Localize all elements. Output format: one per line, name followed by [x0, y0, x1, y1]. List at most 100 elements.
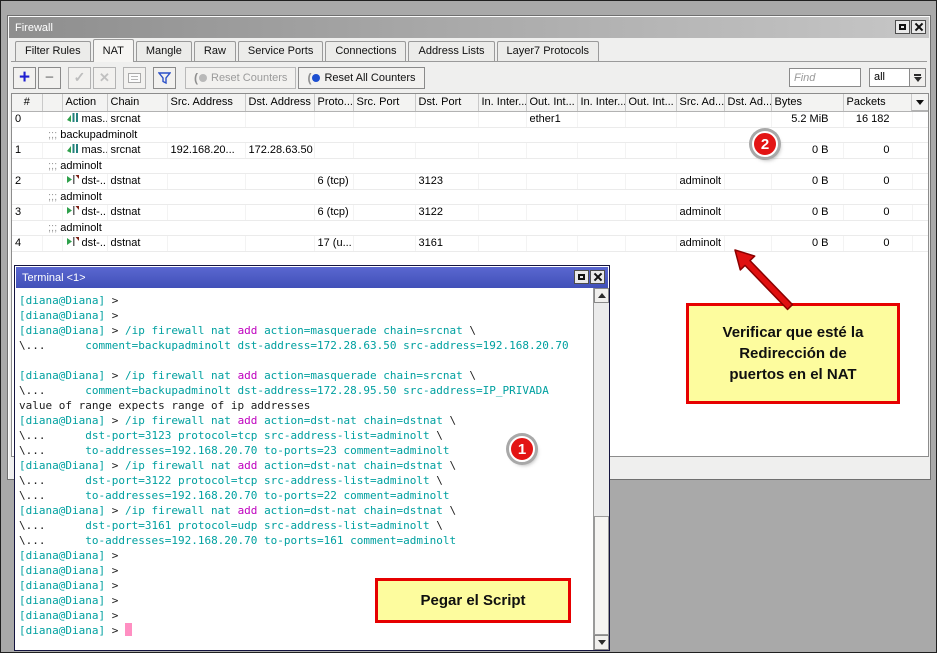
nat-rule-row[interactable]: 1mas...srcnat192.168.20...172.28.63.500 … — [12, 142, 928, 158]
verify-note-text: Verificar que esté laRedirección depuert… — [723, 322, 864, 385]
terminal-line: \... to-addresses=192.168.20.70 to-ports… — [19, 533, 593, 548]
terminal-scrollbar[interactable] — [593, 288, 609, 650]
tab-service-ports[interactable]: Service Ports — [238, 41, 323, 61]
nat-rule-row[interactable]: 3dst-...dstnat6 (tcp)3122adminolt0 B0 — [12, 204, 928, 220]
column-header-src_address: Src. Address — [167, 94, 245, 111]
column-header-action: Action — [62, 94, 107, 111]
firewall-tabs: Filter RulesNATMangleRawService PortsCon… — [11, 39, 927, 62]
reset-counters-button[interactable]: ( Reset Counters — [185, 67, 296, 89]
plus-icon: + — [19, 71, 30, 85]
nat-rule-row[interactable]: 2dst-...dstnat6 (tcp)3123adminolt0 B0 — [12, 173, 928, 189]
terminal-line: \... comment=backupadminolt dst-address=… — [19, 383, 593, 398]
scroll-up-button[interactable] — [594, 288, 609, 303]
minus-icon: − — [45, 69, 54, 86]
maximize-button[interactable] — [895, 20, 910, 34]
tab-layer7-protocols[interactable]: Layer7 Protocols — [497, 41, 600, 61]
firewall-window-title: Firewall — [15, 22, 53, 34]
column-header-src_port: Src. Port — [353, 94, 415, 111]
step-2-badge: 2 — [752, 131, 778, 157]
column-header-dst_address: Dst. Address — [245, 94, 314, 111]
firewall-titlebar[interactable]: Firewall — [9, 17, 929, 38]
step-1-badge: 1 — [509, 436, 535, 462]
close-button[interactable] — [911, 20, 926, 34]
column-header-dst_port: Dst. Port — [415, 94, 478, 111]
column-header-bytes: Bytes — [771, 94, 843, 111]
view-filter-combo[interactable]: all — [869, 68, 926, 87]
column-header-out_interface: Out. Int... — [526, 94, 577, 111]
reset-all-counters-button[interactable]: ( Reset All Counters — [298, 67, 424, 89]
tab-address-lists[interactable]: Address Lists — [408, 41, 494, 61]
red-arrow — [700, 230, 820, 320]
scroll-down-button[interactable] — [594, 635, 609, 650]
comment-icon — [128, 73, 141, 83]
scrollbar-thumb[interactable] — [594, 516, 609, 635]
terminal-line: [diana@Diana] > /ip firewall nat add act… — [19, 503, 593, 518]
tab-mangle[interactable]: Mangle — [136, 41, 192, 61]
terminal-line: [diana@Diana] > /ip firewall nat add act… — [19, 323, 593, 338]
column-header-num: # — [12, 94, 42, 111]
dropdown-icon — [914, 74, 921, 76]
check-icon: ✓ — [74, 69, 86, 86]
terminal-close-button[interactable] — [590, 270, 605, 284]
terminal-line: \... comment=backupadminolt dst-address=… — [19, 338, 593, 353]
comment-row[interactable]: ;;; backupadminolt — [12, 127, 928, 142]
terminal-line: [diana@Diana] > — [19, 548, 593, 563]
view-filter-dropdown-button[interactable] — [909, 68, 926, 87]
tab-connections[interactable]: Connections — [325, 41, 406, 61]
disable-button[interactable]: ✕ — [93, 67, 116, 89]
triangle-down-icon — [598, 640, 606, 645]
close-icon — [594, 273, 602, 281]
tab-nat[interactable]: NAT — [93, 39, 134, 62]
terminal-line: [diana@Diana] > — [19, 563, 593, 578]
tab-filter-rules[interactable]: Filter Rules — [15, 41, 91, 61]
comment-row[interactable]: ;;; adminolt — [12, 189, 928, 204]
tab-raw[interactable]: Raw — [194, 41, 236, 61]
column-header-in_interface_list: In. Inter... — [577, 94, 625, 111]
terminal-line: [diana@Diana] > — [19, 308, 593, 323]
nat-rule-row[interactable]: 0mas...srcnatether15.2 MiB16 182 — [12, 111, 928, 127]
add-button[interactable]: + — [13, 67, 36, 89]
terminal-line: \... dst-port=3123 protocol=tcp src-addr… — [19, 428, 593, 443]
cross-icon: ✕ — [99, 70, 110, 86]
terminal-line: value of range expects range of ip addre… — [19, 398, 593, 413]
chevron-down-icon — [916, 100, 924, 105]
desktop: Firewall Filter RulesNATMangleRawService… — [0, 0, 937, 653]
terminal-maximize-button[interactable] — [574, 270, 589, 284]
comment-row[interactable]: ;;; adminolt — [12, 158, 928, 173]
maximize-icon — [899, 24, 906, 30]
view-filter-value: all — [869, 68, 909, 87]
remove-button[interactable]: − — [38, 67, 61, 89]
column-header-chain: Chain — [107, 94, 167, 111]
column-header-src_address_list: Src. Ad... — [676, 94, 724, 111]
dstnat-icon — [66, 236, 79, 251]
terminal-line — [19, 353, 593, 368]
paste-script-note: Pegar el Script — [375, 578, 571, 623]
column-header-packets: Packets — [843, 94, 912, 111]
triangle-up-icon — [598, 293, 606, 298]
terminal-window-title: Terminal <1> — [22, 272, 86, 284]
terminal-line: [diana@Diana] > /ip firewall nat add act… — [19, 458, 593, 473]
reset-all-counters-icon: ( — [307, 71, 320, 85]
nat-header-row: # ActionChainSrc. AddressDst. AddressProt… — [12, 94, 928, 111]
masquerade-icon — [66, 143, 79, 158]
nat-table: # ActionChainSrc. AddressDst. AddressProt… — [12, 94, 929, 252]
terminal-cursor — [125, 623, 132, 636]
terminal-line: [diana@Diana] > — [19, 623, 593, 638]
column-header-flag — [42, 94, 62, 111]
close-icon — [915, 23, 923, 31]
terminal-line: [diana@Diana] > /ip firewall nat add act… — [19, 413, 593, 428]
enable-button[interactable]: ✓ — [68, 67, 91, 89]
terminal-line: [diana@Diana] > /ip firewall nat add act… — [19, 368, 593, 383]
comment-button[interactable] — [123, 67, 146, 89]
column-header-protocol: Proto... — [314, 94, 353, 111]
column-header-out_interface_list: Out. Int... — [625, 94, 676, 111]
terminal-titlebar[interactable]: Terminal <1> — [16, 267, 608, 288]
column-select-button[interactable] — [911, 94, 928, 111]
column-header-in_interface: In. Inter... — [478, 94, 526, 111]
terminal-line: \... to-addresses=192.168.20.70 to-ports… — [19, 488, 593, 503]
terminal-line: \... to-addresses=192.168.20.70 to-ports… — [19, 443, 593, 458]
find-input[interactable] — [789, 68, 861, 87]
filter-button[interactable] — [153, 67, 176, 89]
firewall-toolbar: + − ✓ ✕ ( Reset Counters ( Reset All Cou… — [11, 63, 927, 92]
dstnat-icon — [66, 174, 79, 189]
